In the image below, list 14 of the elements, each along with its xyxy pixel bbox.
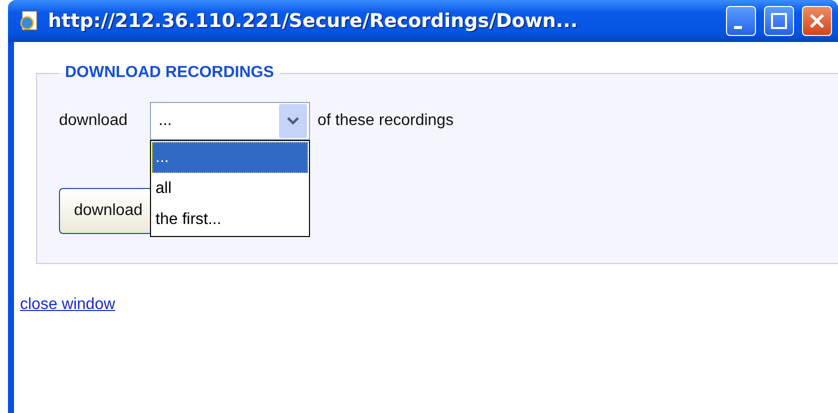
browser-page-icon [18, 10, 40, 32]
close-icon [808, 12, 826, 30]
panel-heading: DOWNLOAD RECORDINGS [64, 64, 275, 82]
chevron-down-icon [278, 104, 306, 138]
dropdown-option[interactable]: ... [152, 142, 308, 173]
close-window-link[interactable]: close window [20, 296, 116, 314]
minimize-button[interactable] [726, 6, 756, 36]
window-title: http://212.36.110.221/Secure/Recordings/Down... [48, 10, 579, 32]
maximize-button[interactable] [764, 6, 794, 36]
download-label: download [59, 112, 128, 130]
minimize-icon [734, 26, 742, 28]
maximize-icon [770, 12, 788, 30]
suffix-label: of these recordings [318, 112, 454, 130]
close-button[interactable] [802, 6, 832, 36]
